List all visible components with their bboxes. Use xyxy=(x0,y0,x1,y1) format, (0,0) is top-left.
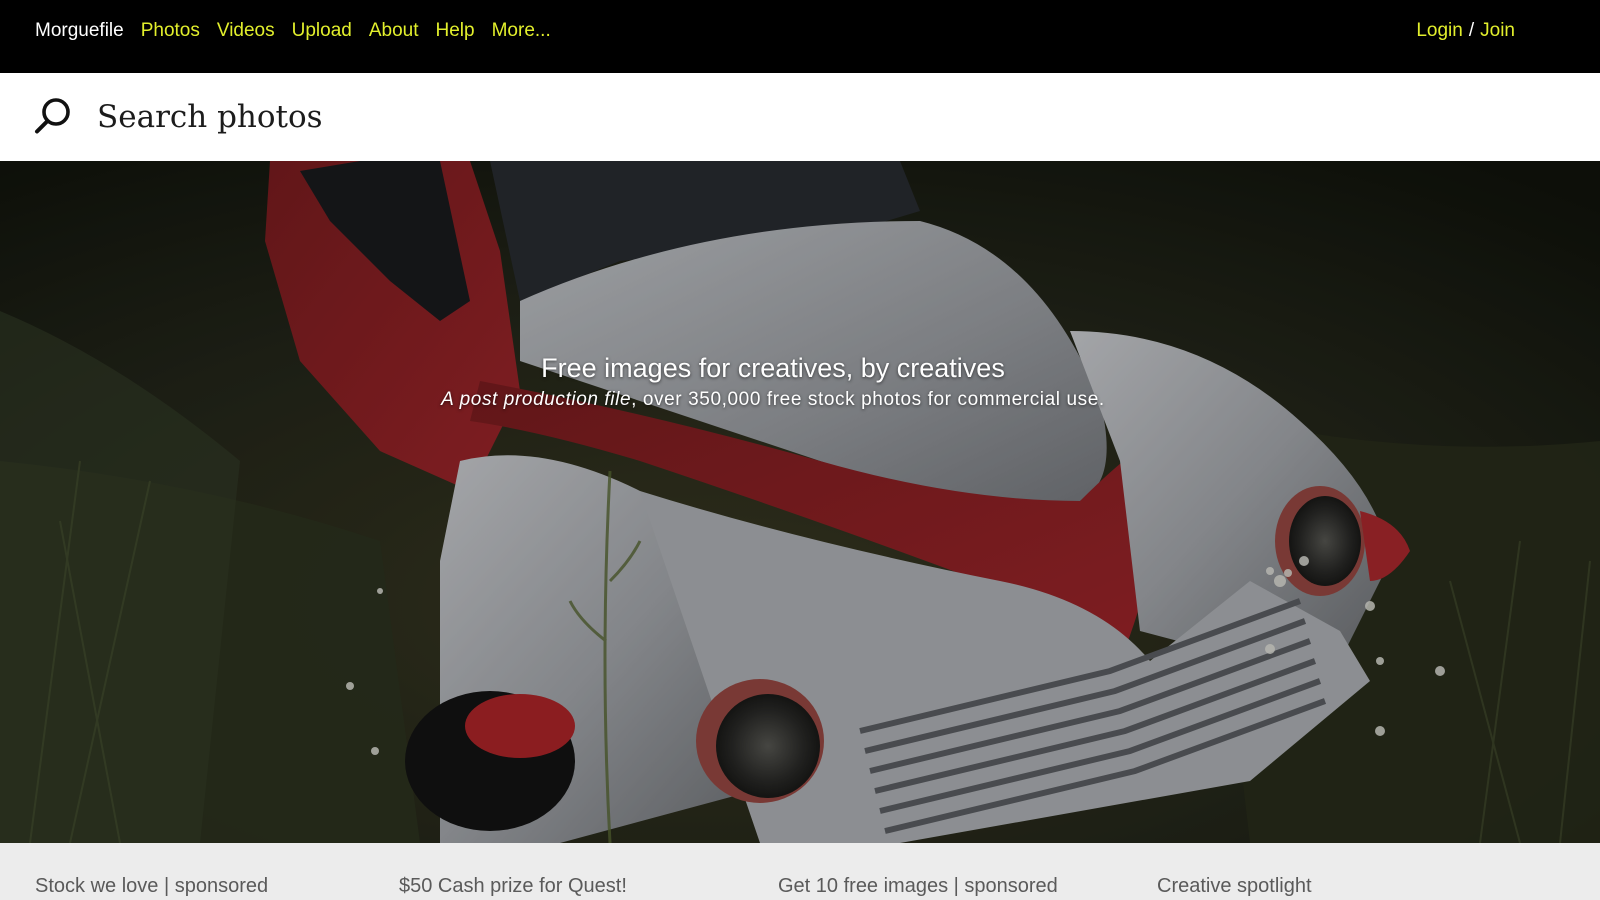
brand-logo-link[interactable]: Morguefile xyxy=(35,20,124,42)
promo-creative-spotlight[interactable]: Creative spotlight xyxy=(1157,875,1312,898)
search-icon[interactable] xyxy=(34,95,74,135)
search-input[interactable] xyxy=(97,91,1297,143)
promo-row: Stock we love | sponsored $50 Cash prize… xyxy=(0,843,1600,900)
hero-subtitle: A post production file, over 350,000 fre… xyxy=(0,387,1546,413)
search-bar xyxy=(0,73,1600,161)
login-link[interactable]: Login xyxy=(1416,20,1463,42)
nav-link-more[interactable]: More... xyxy=(492,20,551,42)
login-join-separator: / xyxy=(1468,20,1475,41)
nav-link-about[interactable]: About xyxy=(369,20,419,42)
hero-subtitle-emphasis: A post production file xyxy=(441,389,632,410)
nav-menu: Morguefile Photos Videos Upload About He… xyxy=(35,0,551,62)
nav-link-videos[interactable]: Videos xyxy=(217,20,275,42)
hero-background-photo xyxy=(0,161,1600,843)
top-nav: Morguefile Photos Videos Upload About He… xyxy=(0,0,1600,73)
hero-subtitle-rest: , over 350,000 free stock photos for com… xyxy=(631,389,1105,410)
join-link[interactable]: Join xyxy=(1480,20,1515,42)
nav-link-photos[interactable]: Photos xyxy=(141,20,200,42)
hero-title: Free images for creatives, by creatives xyxy=(541,353,1005,383)
promo-free-images[interactable]: Get 10 free images | sponsored xyxy=(778,875,1058,898)
promo-stock-we-love[interactable]: Stock we love | sponsored xyxy=(35,875,268,898)
hero-text-block: Free images for creatives, by creatives … xyxy=(0,351,1546,413)
hero-banner: Free images for creatives, by creatives … xyxy=(0,161,1600,843)
account-links: Login / Join xyxy=(1416,0,1515,62)
promo-cash-prize[interactable]: $50 Cash prize for Quest! xyxy=(399,875,627,898)
nav-link-help[interactable]: Help xyxy=(436,20,475,42)
nav-link-upload[interactable]: Upload xyxy=(292,20,352,42)
